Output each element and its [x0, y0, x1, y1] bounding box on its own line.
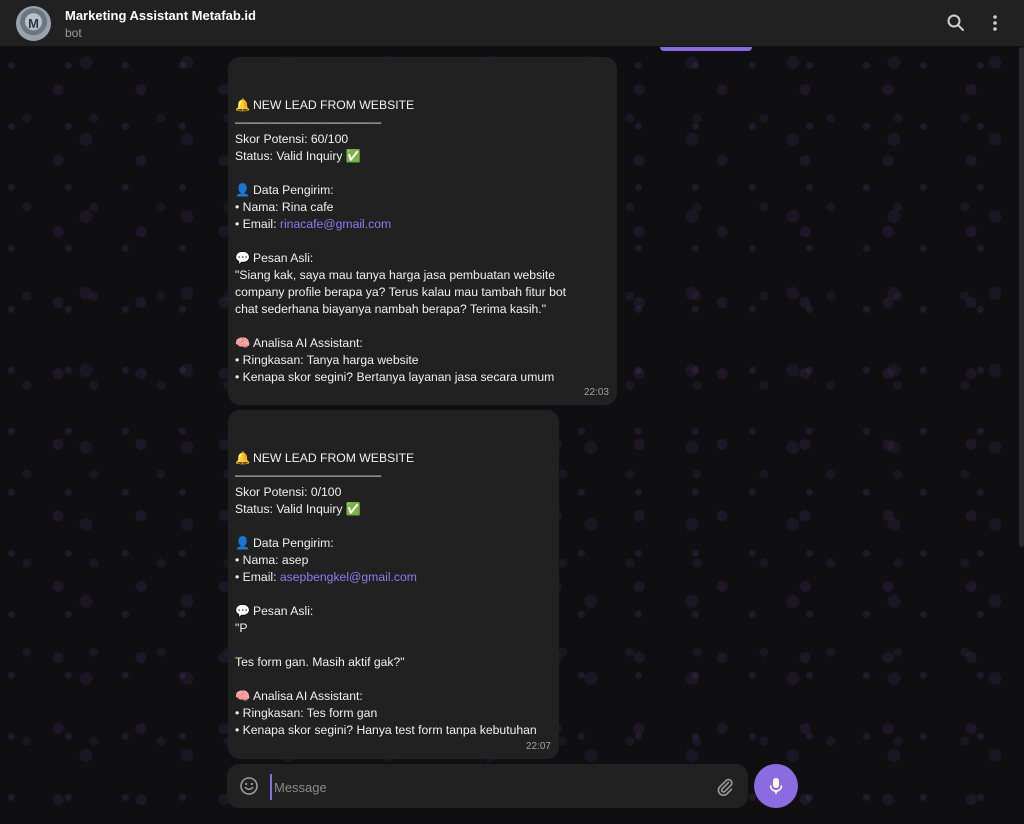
message-line: 🔔 NEW LEAD FROM WEBSITE [235, 450, 552, 467]
message-text: Pesan Asli: [253, 251, 314, 265]
message-line: "Siang kak, saya mau tanya harga jasa pe… [235, 267, 610, 284]
message-time: 22:03 [583, 387, 609, 398]
message-line: • Ringkasan: Tes form gan [235, 705, 552, 722]
message-line [235, 637, 552, 654]
message-text: chat sederhana biayanya nambah berapa? T… [235, 302, 547, 316]
message-line: 👤 Data Pengirim: [235, 535, 552, 552]
message-text: Data Pengirim: [253, 536, 334, 550]
chat-title[interactable]: Marketing Assistant Metafab.id [65, 8, 256, 23]
message-text: • Kenapa skor segini? Bertanya layanan j… [235, 370, 555, 384]
message-line: • Email: asepbengkel@gmail.com [235, 569, 552, 586]
message-text: • Kenapa skor segini? Hanya test form ta… [235, 723, 537, 737]
message-line: • Email: rinacafe@gmail.com [235, 216, 610, 233]
message-line: 💬 Pesan Asli: [235, 603, 552, 620]
message-line: Skor Potensi: 60/100 [235, 131, 610, 148]
message-line [235, 739, 552, 756]
message-text: • Ringkasan: Tes form gan [235, 706, 378, 720]
message-line: 🧠 Analisa AI Assistant: [235, 335, 610, 352]
avatar[interactable]: M [16, 6, 51, 41]
message-line: • Kenapa skor segini? Hanya test form ta… [235, 722, 552, 739]
message-line: chat sederhana biayanya nambah berapa? T… [235, 301, 610, 318]
email-link[interactable]: asepbengkel@gmail.com [280, 570, 417, 584]
emoji-icon: 🧠 [235, 689, 251, 703]
message-line: "P [235, 620, 552, 637]
message-text: NEW LEAD FROM WEBSITE [253, 451, 415, 465]
message-line: ———————————— [235, 467, 552, 484]
message-line [235, 518, 552, 535]
message-composer [227, 764, 748, 808]
message-time: 22:07 [525, 741, 551, 752]
search-icon[interactable] [946, 13, 966, 33]
microphone-button[interactable] [754, 764, 798, 808]
message-line: 💬 Pesan Asli: [235, 250, 610, 267]
chat-header: M Marketing Assistant Metafab.id bot [0, 0, 1024, 47]
message-line: Status: Valid Inquiry ✅ [235, 501, 552, 518]
message-input[interactable] [270, 774, 706, 800]
message-text: "P [235, 621, 248, 635]
message-text: ———————————— [235, 468, 382, 482]
message-text: Pesan Asli: [253, 604, 314, 618]
message-text: • Ringkasan: Tanya harga website [235, 353, 419, 367]
message-line: • Kenapa skor segini? Bertanya layanan j… [235, 369, 610, 386]
message-line [235, 165, 610, 182]
message-line: 🧠 Analisa AI Assistant: [235, 688, 552, 705]
scrollbar[interactable] [1019, 47, 1024, 547]
message-text: "Siang kak, saya mau tanya harga jasa pe… [235, 268, 556, 282]
message-text: Skor Potensi: 60/100 [235, 132, 349, 146]
message-text: Analisa AI Assistant: [253, 336, 363, 350]
message-text: • Nama: asep [235, 553, 309, 567]
message-body: 🔔 NEW LEAD FROM WEBSITE ———————————— Skor P… [235, 97, 610, 437]
emoji-icon: 👤 [235, 183, 251, 197]
message-text: Skor Potensi: 0/100 [235, 485, 342, 499]
message-line: • Nama: Rina cafe [235, 199, 610, 216]
paperclip-icon[interactable] [715, 776, 735, 796]
message-line [235, 318, 610, 335]
previous-message-bubble [660, 47, 752, 51]
message-text: ———————————— [235, 115, 382, 129]
message-text: Tes form gan. Masih aktif gak?" [235, 655, 405, 669]
chat-subtitle: bot [65, 26, 82, 40]
message-line: company profile berapa ya? Terus kalau m… [235, 284, 610, 301]
message-text: Status: Valid Inquiry ✅ [235, 149, 362, 163]
email-label: • Email: [235, 570, 280, 584]
message-bubble: 🔔 NEW LEAD FROM WEBSITE ———————————— Skor P… [228, 410, 559, 788]
message-text: NEW LEAD FROM WEBSITE [253, 98, 415, 112]
message-line [235, 586, 552, 603]
message-line: • Nama: asep [235, 552, 552, 569]
emoji-icon: 🔔 [235, 451, 251, 465]
email-link[interactable]: rinacafe@gmail.com [280, 217, 391, 231]
message-text: Data Pengirim: [253, 183, 334, 197]
message-line: ———————————— [235, 114, 610, 131]
message-bubble: 🔔 NEW LEAD FROM WEBSITE ———————————— Skor P… [228, 57, 617, 435]
microphone-icon [769, 778, 783, 794]
emoji-icon: 👤 [235, 536, 251, 550]
emoji-icon: 💬 [235, 251, 251, 265]
message-text: Analisa AI Assistant: [253, 689, 363, 703]
message-line [235, 233, 610, 250]
message-line: Skor Potensi: 0/100 [235, 484, 552, 501]
message-line [235, 386, 610, 403]
emoji-icon: 🧠 [235, 336, 251, 350]
emoji-icon: 🔔 [235, 98, 251, 112]
message-line: 🔔 NEW LEAD FROM WEBSITE [235, 97, 610, 114]
message-text: company profile berapa ya? Terus kalau m… [235, 285, 567, 299]
message-text: Status: Valid Inquiry ✅ [235, 502, 362, 516]
message-line [235, 671, 552, 688]
more-vertical-icon[interactable] [985, 13, 1005, 33]
smile-icon[interactable] [239, 776, 259, 796]
message-line: 👤 Data Pengirim: [235, 182, 610, 199]
message-line: Tes form gan. Masih aktif gak?" [235, 654, 552, 671]
message-body: 🔔 NEW LEAD FROM WEBSITE ———————————— Skor P… [235, 450, 552, 790]
message-text: • Nama: Rina cafe [235, 200, 334, 214]
emoji-icon: 💬 [235, 604, 251, 618]
message-line: Status: Valid Inquiry ✅ [235, 148, 610, 165]
message-line: • Ringkasan: Tanya harga website [235, 352, 610, 369]
email-label: • Email: [235, 217, 280, 231]
